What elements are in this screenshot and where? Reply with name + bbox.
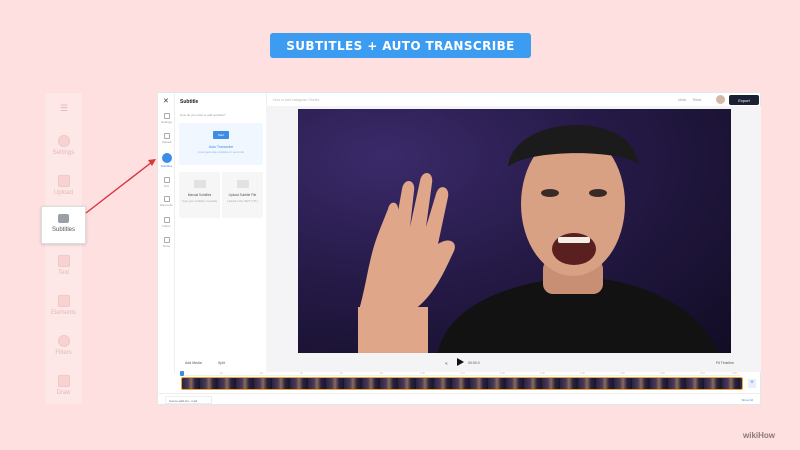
keyboard-icon (193, 180, 206, 188)
rail-elements[interactable]: Elements (160, 196, 173, 207)
redo-button[interactable]: Redo (693, 98, 701, 102)
auto-transcribe-button[interactable]: Start (213, 131, 229, 139)
undo-button[interactable]: Undo (678, 98, 686, 102)
add-media-button[interactable]: Add Media (185, 361, 202, 365)
subtitle-panel: Subtitle How do you want to add subtitle… (175, 93, 267, 373)
rail-upload[interactable]: Upload (160, 133, 173, 144)
rail-filters[interactable]: Filters (160, 217, 173, 228)
panel-hint: How do you want to add subtitles? (180, 113, 226, 117)
timeline-ruler: 0 10 20 30 40 50 1:00 1:10 1:20 1:30 1:4… (180, 372, 740, 376)
split-button[interactable]: Split (218, 361, 225, 365)
file-tab[interactable]: how-to-add-ins...mp4 (165, 396, 212, 404)
panel-title: Subtitle (180, 99, 199, 105)
upload-subtitle-card[interactable]: Upload Subtitle File Upload a file (SRT,… (222, 172, 263, 218)
playhead[interactable] (180, 371, 184, 376)
add-track-button[interactable]: + (748, 379, 756, 388)
manual-subtitles-card[interactable]: Manual Subtitles Type your subtitles man… (179, 172, 220, 218)
editor-rail: ✕ Settings Upload Subtitles Text Element… (158, 93, 175, 373)
show-all-link[interactable]: Show All (741, 398, 753, 402)
fit-timeline-button[interactable]: Fit Timeline (716, 361, 734, 365)
bottom-bar: how-to-add-ins...mp4 Show All (157, 393, 761, 405)
upload-icon (236, 180, 249, 188)
video-track[interactable] (181, 377, 743, 390)
close-icon[interactable]: ✕ (163, 97, 169, 105)
rail-text[interactable]: Text (160, 177, 173, 188)
auto-transcribe-card[interactable]: Start Auto Transcribe Auto-generate subt… (179, 123, 263, 165)
video-frame (358, 124, 718, 353)
play-icon[interactable] (457, 358, 464, 366)
rail-settings[interactable]: Settings (160, 113, 173, 124)
avatar[interactable] (716, 95, 725, 104)
video-preview[interactable] (298, 109, 731, 353)
rail-subtitles[interactable]: Subtitles (160, 153, 173, 168)
timecode: 00:00.0 (468, 361, 480, 365)
export-button[interactable]: Export (729, 95, 759, 105)
watermark: wikiHow (743, 431, 776, 440)
rail-draw[interactable]: Draw (160, 237, 173, 248)
rewind-icon[interactable]: « (445, 361, 448, 367)
project-name[interactable]: How to Add Instagram Stories (273, 98, 319, 102)
